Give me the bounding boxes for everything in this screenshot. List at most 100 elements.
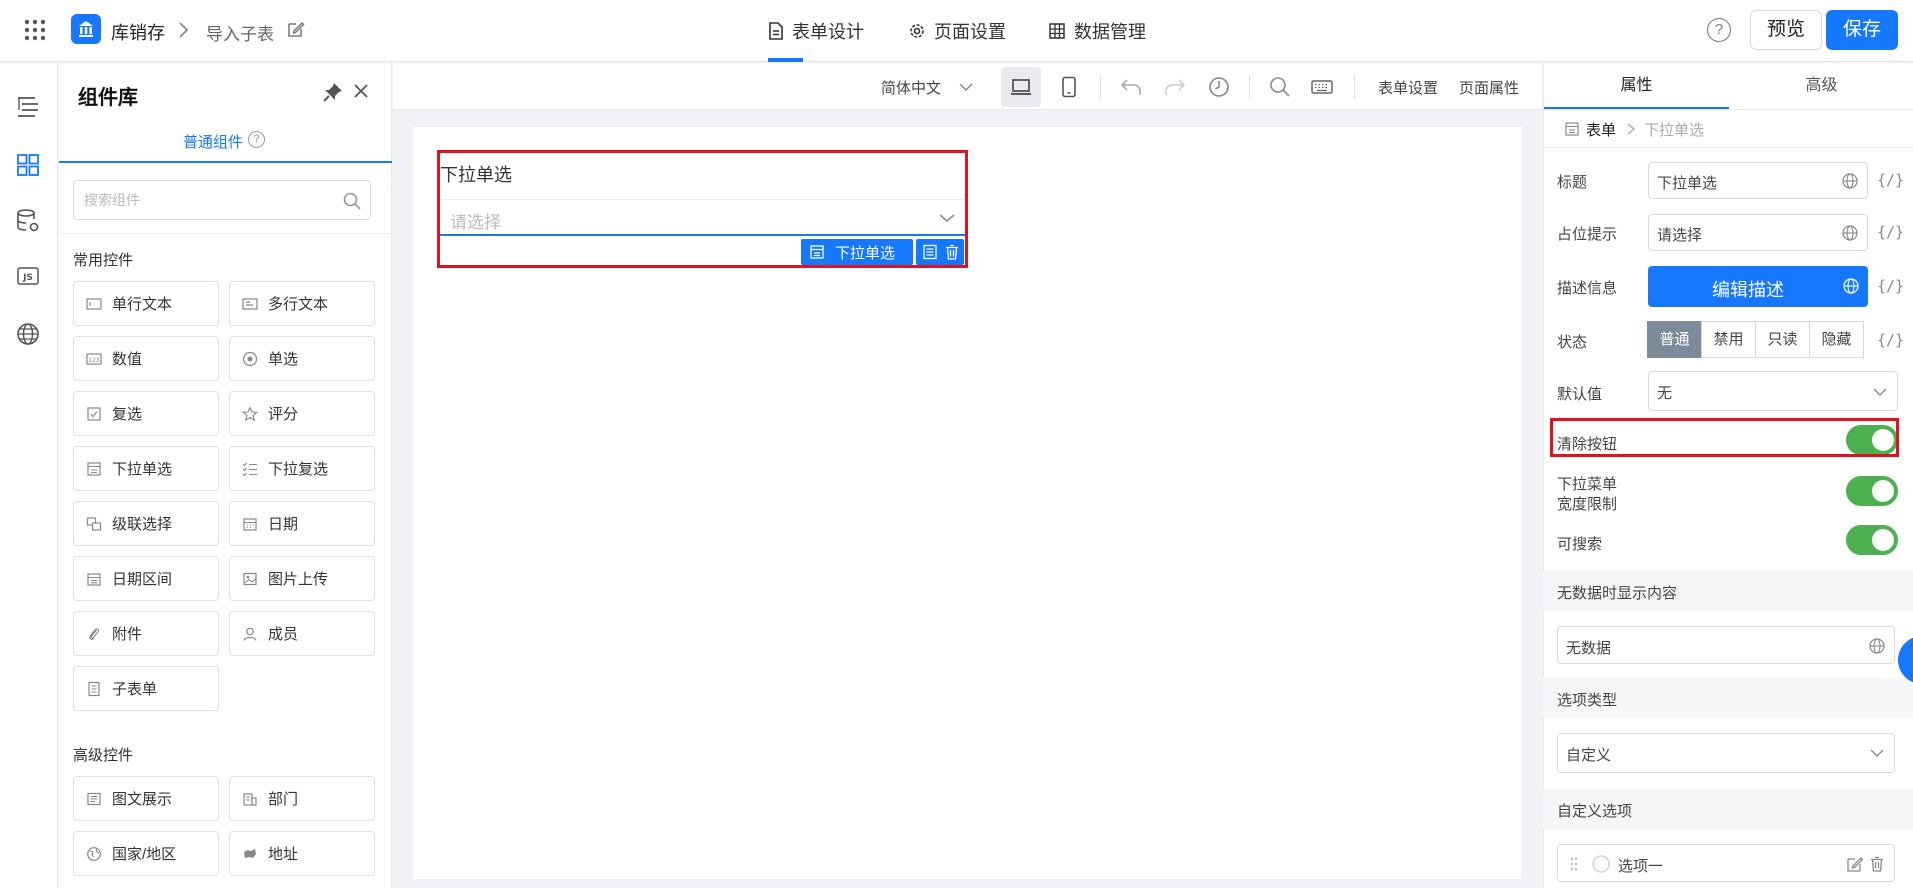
component-address[interactable]: 地址 [229,831,375,876]
status-label: 状态 [1557,334,1588,351]
title-label: 标题 [1557,174,1588,191]
js-icon[interactable]: JS [15,263,41,289]
tab-common-components[interactable]: 普通组件 [183,131,243,152]
drag-handle-icon[interactable] [1570,856,1578,872]
component-label: 子表单 [112,681,158,698]
app-name[interactable]: 库销存 [111,19,165,45]
globe-icon[interactable] [1841,172,1859,190]
component-cascade[interactable]: 级联选择 [73,501,219,546]
database-settings-icon[interactable] [15,208,41,234]
dropdown-multi-icon [242,462,257,476]
copy-icon[interactable] [921,243,939,261]
tab-advanced[interactable]: 高级 [1729,63,1913,109]
help-icon[interactable]: ? [1707,18,1731,42]
tab-data-management[interactable]: 数据管理 [1048,0,1146,62]
form-settings-link[interactable]: 表单设置 [1378,77,1438,98]
tab-page-settings[interactable]: 页面设置 [908,0,1006,62]
outline-tree-icon[interactable] [15,93,41,119]
placeholder-value: 请选择 [1657,227,1703,244]
components-icon[interactable] [15,152,41,178]
status-normal[interactable]: 普通 [1647,321,1702,358]
toolbar-divider [1100,75,1101,99]
edit-icon[interactable] [1846,855,1864,873]
globe-icon[interactable] [1841,224,1859,242]
component-label: 附件 [112,626,143,643]
expression-icon[interactable]: {/} [1877,171,1904,189]
component-date[interactable]: 日期 [229,501,375,546]
globe-icon[interactable] [1842,277,1860,295]
component-country[interactable]: 国家/地区 [73,831,219,876]
search-icon[interactable] [1268,75,1292,99]
component-dropdown-single[interactable]: 下拉单选 [73,446,219,491]
save-button[interactable]: 保存 [1826,10,1898,50]
option-type-select[interactable]: 自定义 [1557,733,1895,773]
table-icon [1049,23,1065,39]
dropdown-width-toggle[interactable] [1846,476,1898,506]
search-input[interactable] [74,181,324,219]
keyboard-icon[interactable] [1310,75,1334,99]
description-label: 描述信息 [1557,280,1618,297]
component-number[interactable]: 123 数值 [73,336,219,381]
component-label: 级联选择 [112,516,173,533]
status-hidden[interactable]: 隐藏 [1809,321,1864,358]
help-icon[interactable]: ? [248,131,265,148]
undo-icon[interactable] [1119,75,1143,99]
component-attachment[interactable]: 附件 [73,611,219,656]
app-grid-icon[interactable] [24,19,46,41]
component-dropdown-multi[interactable]: 下拉复选 [229,446,375,491]
expression-icon[interactable]: {/} [1877,277,1904,295]
title-input[interactable]: 下拉单选 [1648,162,1868,199]
desktop-icon[interactable] [1009,75,1033,99]
component-label: 部门 [268,791,299,808]
component-single-line-text[interactable]: 单行文本 [73,281,219,326]
preview-button[interactable]: 预览 [1750,10,1822,50]
language-select[interactable]: 简体中文 [881,77,941,98]
component-department[interactable]: 部门 [229,776,375,821]
component-label: 单选 [268,351,299,368]
default-value-select[interactable]: 无 [1648,371,1898,411]
tab-form-design[interactable]: 表单设计 [768,0,864,62]
globe-icon[interactable] [15,321,41,347]
edit-description-button[interactable]: 编辑描述 [1648,266,1868,307]
component-subform[interactable]: 子表单 [73,666,219,711]
tab-properties[interactable]: 属性 [1544,63,1729,109]
chevron-down-icon[interactable] [958,79,974,95]
redo-icon[interactable] [1163,75,1187,99]
trash-icon[interactable] [943,243,961,261]
toolbar-divider [1249,75,1250,99]
expression-icon[interactable]: {/} [1877,331,1904,349]
history-icon[interactable] [1207,75,1231,99]
highlight-outline [1550,418,1899,457]
trash-icon[interactable] [1868,855,1886,873]
component-radio[interactable]: 单选 [229,336,375,381]
component-checkbox[interactable]: 复选 [73,391,219,436]
component-image-upload[interactable]: 图片上传 [229,556,375,601]
dropdown-field[interactable]: 请选择 [440,199,965,236]
chevron-right-icon [1627,123,1636,135]
dropdown-single-icon [810,245,824,259]
divider [59,233,392,234]
status-readonly[interactable]: 只读 [1755,321,1810,358]
status-disabled[interactable]: 禁用 [1701,321,1756,358]
no-data-input[interactable]: 无数据 [1557,626,1895,664]
breadcrumb-form[interactable]: 表单 [1586,119,1616,140]
component-rating[interactable]: 评分 [229,391,375,436]
close-icon[interactable] [351,81,371,101]
component-rich-text[interactable]: 图文展示 [73,776,219,821]
divider [1544,109,1913,110]
mobile-icon[interactable] [1057,75,1081,99]
searchable-toggle[interactable] [1846,525,1898,555]
component-multi-line-text[interactable]: 多行文本 [229,281,375,326]
option-label[interactable]: 选项一 [1618,855,1663,876]
placeholder-input[interactable]: 请选择 [1648,214,1868,251]
expression-icon[interactable]: {/} [1877,223,1904,241]
top-bar: 库销存 导入子表 表单设计 页面设置 数据管理 ? 预览 保存 [0,0,1913,62]
component-member[interactable]: 成员 [229,611,375,656]
search-icon[interactable] [342,191,362,211]
globe-icon[interactable] [1868,637,1886,655]
page-properties-link[interactable]: 页面属性 [1459,77,1519,98]
field-tag-label: 下拉单选 [835,244,896,262]
pin-icon[interactable] [322,81,344,103]
edit-icon[interactable] [287,20,305,38]
component-date-range[interactable]: 日期区间 [73,556,219,601]
